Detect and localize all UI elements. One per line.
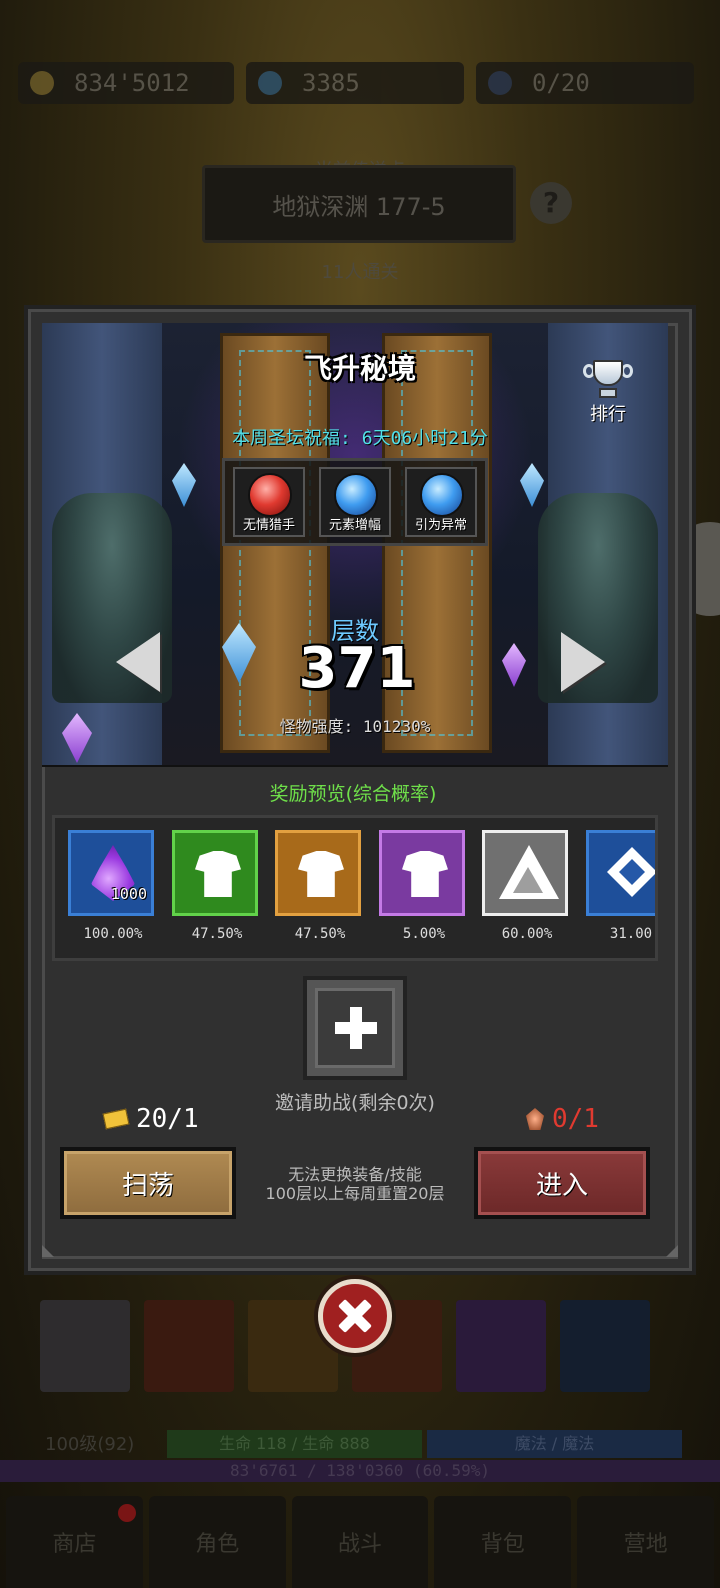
trophy-icon <box>581 360 635 400</box>
skill-slot <box>144 1300 234 1392</box>
reward-quantity: 1000 <box>110 885 147 903</box>
reward-list[interactable]: 1000 100.00% 47.50% 47.50% 5.00% 60.00% … <box>52 815 658 961</box>
sweep-cost-value: 20/1 <box>136 1104 199 1134</box>
hp-bar: 生命 118 / 生命 888 <box>167 1430 422 1458</box>
monster-strength: 怪物强度: 101230% <box>279 717 431 736</box>
blessing-list: 无情猎手 元素增幅 引为异常 <box>222 458 488 546</box>
nav-camp: 营地 <box>577 1496 714 1588</box>
gold-coin-icon <box>30 71 54 95</box>
notification-badge <box>118 1504 136 1522</box>
sweep-button[interactable]: 扫荡 <box>60 1147 236 1219</box>
reward-item[interactable]: 31.00 <box>586 830 655 942</box>
nav-character: 角色 <box>148 1496 286 1588</box>
players-cleared: 11人通关 <box>321 262 399 283</box>
frame-corner <box>666 1245 678 1257</box>
reward-item[interactable]: 5.00% <box>379 830 469 942</box>
key-value: 0/20 <box>532 69 590 97</box>
invite-slot <box>315 988 395 1068</box>
sweep-cost: 20/1 <box>102 1104 199 1134</box>
reward-probability: 47.50% <box>191 926 243 942</box>
blue-orb-icon <box>334 473 378 517</box>
gold-counter: 834'5012 <box>18 62 234 104</box>
nav-battle: 战斗 <box>291 1496 429 1588</box>
bottom-nav: 商店 角色 战斗 背包 营地 <box>0 1496 720 1588</box>
reward-tile: 1000 <box>68 830 154 916</box>
reward-item[interactable]: 47.50% <box>172 830 262 942</box>
blessing-slot[interactable]: 无情猎手 <box>233 467 305 537</box>
blessing-timer: 本周圣坛祝福: 6天06小时21分 <box>232 428 488 449</box>
hero-portrait <box>40 1300 130 1392</box>
level-text: 100级(92) <box>45 1434 135 1455</box>
reward-tile <box>275 830 361 916</box>
reward-tile <box>586 830 655 916</box>
reward-probability: 100.00% <box>83 926 143 942</box>
blue-gem-icon <box>258 71 282 95</box>
stage-name: 地狱深渊 177-5 <box>272 192 446 221</box>
reward-probability: 47.50% <box>294 926 346 942</box>
skill-slot <box>456 1300 546 1392</box>
enter-cost: 0/1 <box>526 1104 599 1134</box>
key-counter: 0/20 <box>476 62 694 104</box>
mp-bar: 魔法 / 魔法 <box>427 1430 682 1458</box>
reward-item[interactable]: 60.00% <box>482 830 572 942</box>
reward-tile <box>379 830 465 916</box>
reward-title: 奖励预览(综合概率) <box>269 783 437 805</box>
close-button[interactable] <box>318 1279 392 1353</box>
gem-counter: 3385 <box>246 62 464 104</box>
rules-note: 无法更换装备/技能 100层以上每周重置20层 <box>236 1165 474 1203</box>
frame-corner <box>42 1245 54 1257</box>
blessing-slot[interactable]: 引为异常 <box>405 467 477 537</box>
help-icon: ? <box>530 182 572 224</box>
purple-armor-icon <box>402 851 448 897</box>
crystal <box>520 463 544 507</box>
blessing-slot[interactable]: 元素增幅 <box>319 467 391 537</box>
note-line: 无法更换装备/技能 <box>288 1165 422 1184</box>
reward-tile <box>172 830 258 916</box>
orange-armor-icon <box>298 851 344 897</box>
enter-cost-value: 0/1 <box>552 1104 599 1134</box>
reward-probability: 60.00% <box>501 926 553 942</box>
reward-item[interactable]: 47.50% <box>275 830 365 942</box>
reward-probability: 5.00% <box>402 926 446 942</box>
floor-number: 371 <box>298 636 416 701</box>
status-bars: 100级(92) 生命 118 / 生命 888 魔法 / 魔法 <box>45 1430 685 1458</box>
green-armor-icon <box>195 851 241 897</box>
reward-probability: 31.00 <box>609 926 653 942</box>
skill-slot <box>560 1300 650 1392</box>
gem-icon <box>526 1108 544 1130</box>
ranking-button[interactable]: 排行 <box>576 360 640 426</box>
blessing-label: 无情猎手 <box>242 518 295 533</box>
xp-bar: 83'6761 / 138'0360 (60.59%) <box>0 1460 720 1482</box>
ticket-icon <box>102 1108 130 1130</box>
stage-selector: 地狱深渊 177-5 <box>202 165 516 243</box>
plus-icon-bar <box>335 1022 377 1034</box>
gold-value: 834'5012 <box>74 69 190 97</box>
gem-value: 3385 <box>302 69 360 97</box>
blessing-label: 元素增幅 <box>328 518 381 533</box>
key-icon <box>488 71 512 95</box>
ranking-label: 排行 <box>590 404 626 425</box>
reward-tile <box>482 830 568 916</box>
reward-item[interactable]: 1000 100.00% <box>68 830 158 942</box>
invite-helper-button[interactable] <box>303 976 407 1080</box>
nav-bag: 背包 <box>434 1496 572 1588</box>
crystal <box>172 463 196 507</box>
red-orb-icon <box>248 473 292 517</box>
blue-orb-icon <box>420 473 464 517</box>
blessing-label: 引为异常 <box>414 518 467 533</box>
enter-button[interactable]: 进入 <box>474 1147 650 1219</box>
note-line: 100层以上每周重置20层 <box>265 1184 445 1203</box>
